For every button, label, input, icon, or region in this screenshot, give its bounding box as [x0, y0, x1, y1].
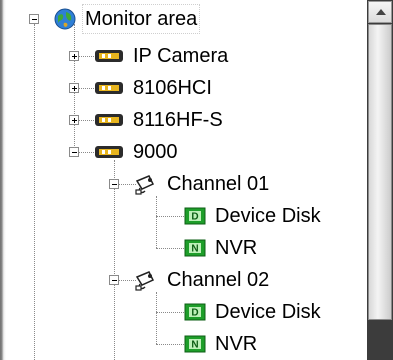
tree-connector	[114, 160, 115, 360]
expand-toggle-8106hci[interactable]	[69, 83, 79, 93]
tree-item-monitor-area[interactable]: Monitor area	[54, 3, 201, 35]
vertical-scrollbar[interactable]	[367, 0, 393, 360]
tree-item-label: 9000	[133, 141, 178, 163]
tree-connector	[156, 344, 184, 345]
tree-item-label: 8106HCI	[133, 77, 212, 99]
camera-icon	[134, 172, 158, 196]
collapse-toggle-9000[interactable]	[69, 147, 79, 157]
tree-item-nvr-ch02[interactable]: N NVR	[184, 328, 260, 360]
tree-item-label: Device Disk	[215, 205, 321, 227]
svg-text:D: D	[191, 212, 198, 223]
tree-item-nvr-ch01[interactable]: N NVR	[184, 232, 260, 264]
collapse-toggle-channel-01[interactable]	[109, 179, 119, 189]
scrollbar-thumb[interactable]	[368, 24, 392, 320]
device-icon	[94, 80, 124, 96]
camera-icon	[134, 268, 158, 292]
storage-n-icon: N	[184, 335, 206, 353]
tree-connector	[156, 248, 184, 249]
device-tree: Monitor area IP Camera 8106HCI 8116HF-S	[10, 0, 367, 360]
storage-d-icon: D	[184, 303, 206, 321]
scroll-up-button[interactable]	[368, 1, 392, 23]
tree-item-label: NVR	[215, 237, 258, 259]
tree-item-device-disk-ch01[interactable]: D Device Disk	[184, 200, 324, 232]
tree-item-channel-01[interactable]: Channel 01	[134, 168, 272, 200]
tree-connector	[156, 196, 157, 248]
tree-item-8116hf-s[interactable]: 8116HF-S	[94, 104, 226, 136]
expand-toggle-ip-camera[interactable]	[69, 51, 79, 61]
tree-item-label: Channel 01	[167, 173, 270, 195]
collapse-toggle-root[interactable]	[29, 14, 39, 24]
tree-item-label: Monitor area	[82, 4, 201, 34]
tree-item-label: 8116HF-S	[133, 109, 223, 131]
tree-connector	[156, 312, 184, 313]
tree-panel: Monitor area IP Camera 8106HCI 8116HF-S	[0, 0, 393, 360]
device-icon	[94, 144, 124, 160]
tree-connector	[156, 292, 157, 344]
svg-text:N: N	[191, 244, 198, 255]
tree-item-label: NVR	[215, 333, 258, 355]
tree-item-channel-02[interactable]: Channel 02	[134, 264, 272, 296]
tree-item-label: IP Camera	[133, 45, 229, 67]
tree-item-label: Device Disk	[215, 301, 321, 323]
storage-d-icon: D	[184, 207, 206, 225]
tree-connector	[34, 24, 35, 360]
collapse-toggle-channel-02[interactable]	[109, 275, 119, 285]
storage-n-icon: N	[184, 239, 206, 257]
svg-text:N: N	[191, 340, 198, 351]
tree-connector	[156, 216, 184, 217]
tree-item-label: Channel 02	[167, 269, 270, 291]
device-icon	[94, 48, 124, 64]
tree-item-ip-camera[interactable]: IP Camera	[94, 40, 231, 72]
tree-item-9000[interactable]: 9000	[94, 136, 181, 168]
device-icon	[94, 112, 124, 128]
svg-text:D: D	[191, 308, 198, 319]
globe-icon	[54, 8, 76, 30]
expand-toggle-8116hf-s[interactable]	[69, 115, 79, 125]
tree-item-device-disk-ch02[interactable]: D Device Disk	[184, 296, 324, 328]
tree-item-8106hci[interactable]: 8106HCI	[94, 72, 215, 104]
panel-border	[0, 0, 10, 360]
